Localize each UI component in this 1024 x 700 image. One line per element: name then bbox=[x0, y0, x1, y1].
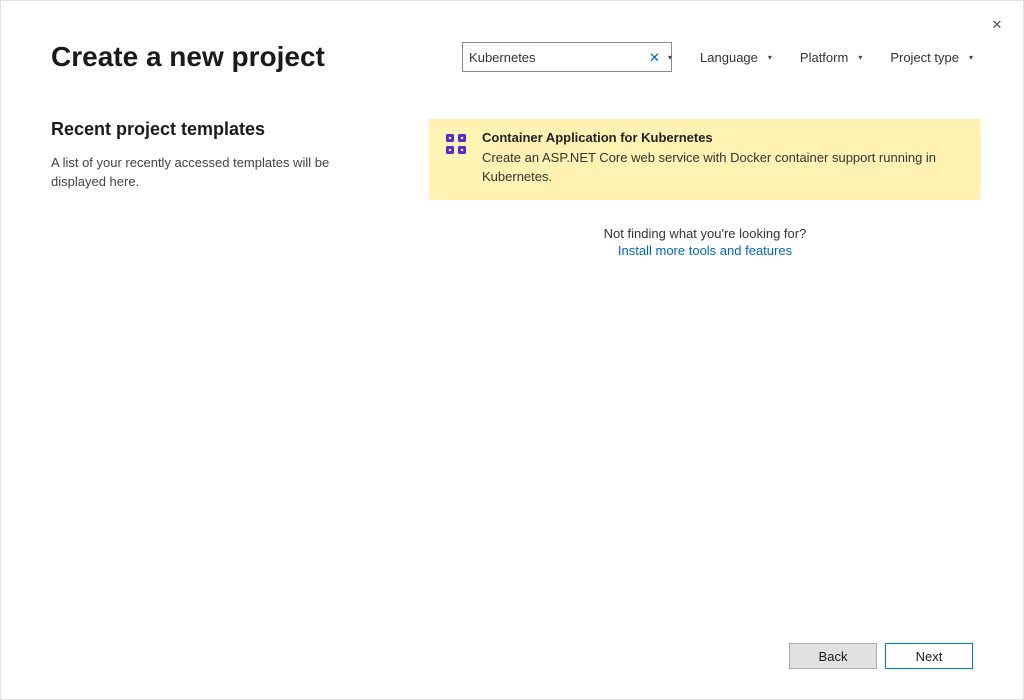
back-button[interactable]: Back bbox=[789, 643, 877, 669]
platform-filter[interactable]: Platform ▾ bbox=[800, 50, 862, 65]
chevron-down-icon: ▾ bbox=[969, 53, 973, 62]
not-finding-text: Not finding what you're looking for? bbox=[429, 226, 981, 241]
search-box[interactable]: ✕ ▾ bbox=[462, 42, 672, 72]
language-filter-label: Language bbox=[700, 50, 758, 65]
close-icon[interactable]: ✕ bbox=[981, 9, 1013, 41]
template-item[interactable]: Container Application for Kubernetes Cre… bbox=[429, 119, 981, 200]
platform-filter-label: Platform bbox=[800, 50, 848, 65]
project-type-filter-label: Project type bbox=[890, 50, 959, 65]
controls-row: ✕ ▾ Language ▾ Platform ▾ Project type ▾ bbox=[462, 42, 973, 72]
clear-search-icon[interactable]: ✕ bbox=[645, 51, 664, 64]
recent-templates-title: Recent project templates bbox=[51, 119, 381, 140]
template-text: Container Application for Kubernetes Cre… bbox=[482, 130, 966, 187]
templates-panel: Container Application for Kubernetes Cre… bbox=[429, 119, 981, 258]
recent-templates-desc: A list of your recently accessed templat… bbox=[51, 154, 381, 192]
page-title: Create a new project bbox=[51, 41, 325, 73]
project-type-filter[interactable]: Project type ▾ bbox=[890, 50, 973, 65]
install-tools-link[interactable]: Install more tools and features bbox=[618, 243, 792, 258]
language-filter[interactable]: Language ▾ bbox=[700, 50, 772, 65]
not-finding-block: Not finding what you're looking for? Ins… bbox=[429, 226, 981, 258]
template-desc: Create an ASP.NET Core web service with … bbox=[482, 149, 966, 187]
chevron-down-icon: ▾ bbox=[858, 53, 862, 62]
footer-buttons: Back Next bbox=[789, 643, 973, 669]
search-dropdown-icon[interactable]: ▾ bbox=[664, 53, 672, 62]
new-project-dialog: ✕ Create a new project ✕ ▾ Language ▾ Pl… bbox=[1, 1, 1023, 699]
recent-templates-panel: Recent project templates A list of your … bbox=[51, 119, 381, 192]
next-button[interactable]: Next bbox=[885, 643, 973, 669]
template-title: Container Application for Kubernetes bbox=[482, 130, 966, 145]
kubernetes-icon bbox=[444, 132, 468, 156]
search-input[interactable] bbox=[469, 50, 645, 65]
chevron-down-icon: ▾ bbox=[768, 53, 772, 62]
header-row: Create a new project ✕ ▾ Language ▾ Plat… bbox=[51, 41, 973, 73]
